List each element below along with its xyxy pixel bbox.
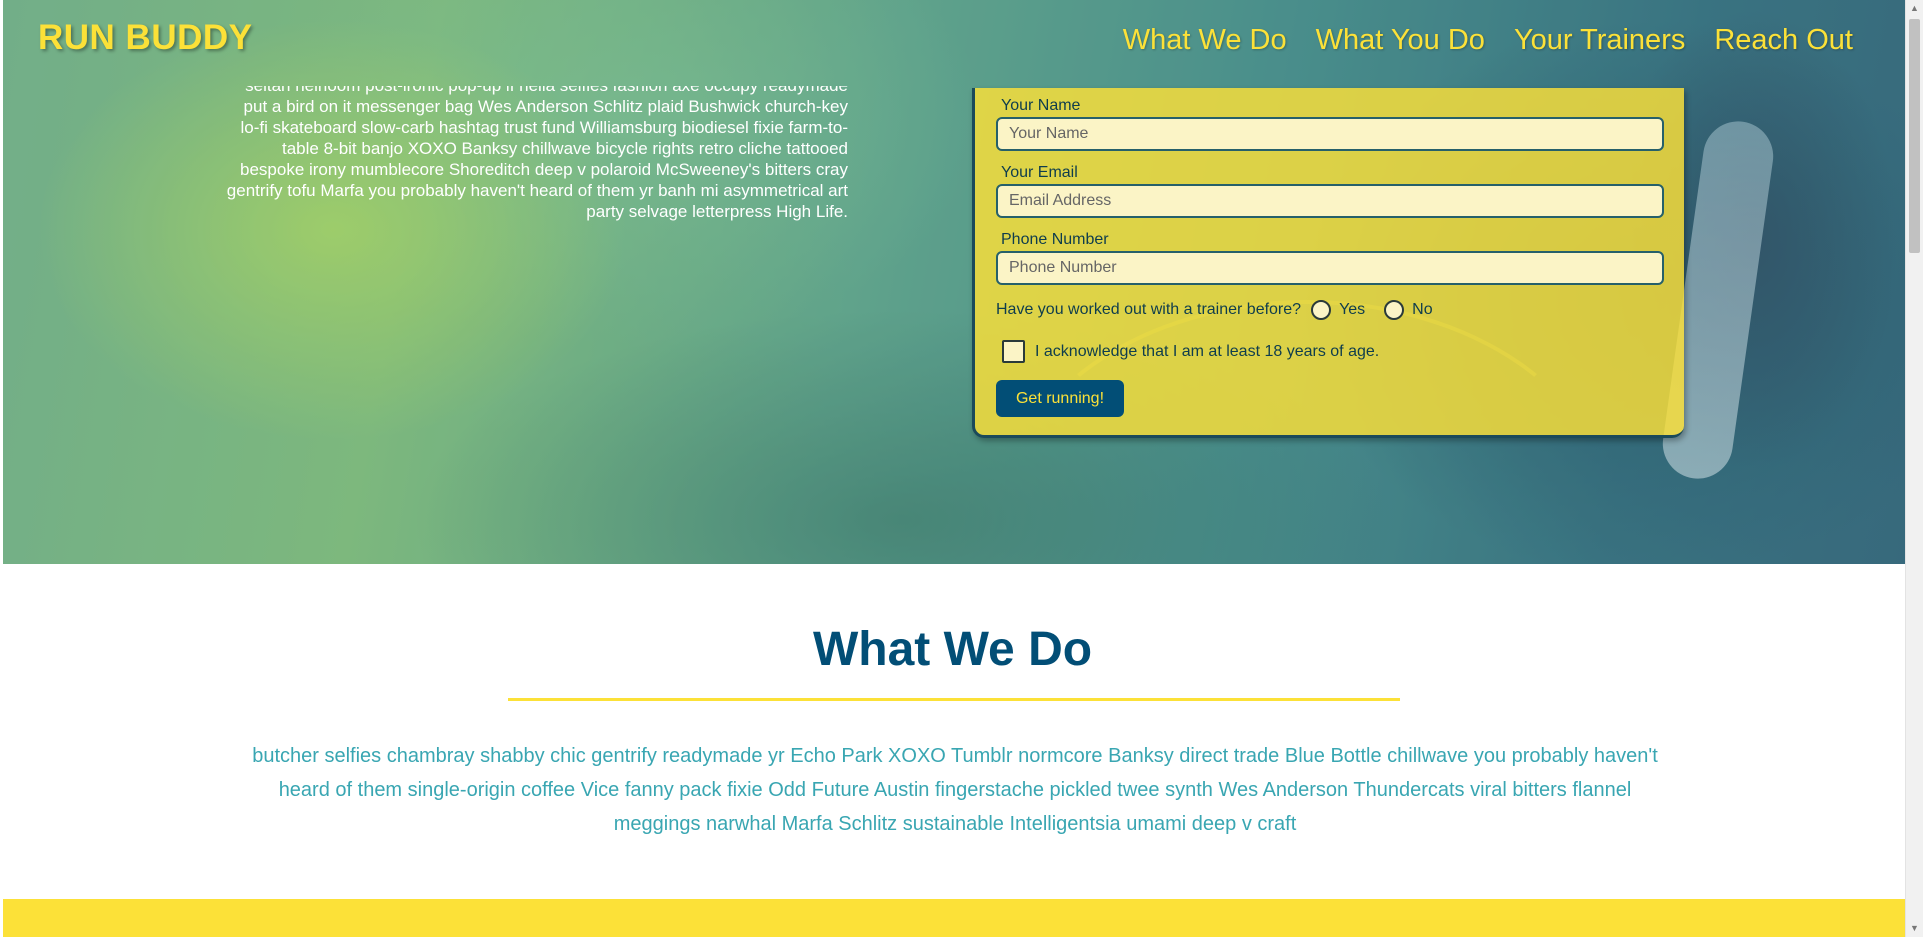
trainer-yes-radio[interactable]	[1311, 300, 1332, 320]
what-we-do-title: What We Do	[812, 623, 1093, 676]
age-acknowledge-checkbox[interactable]	[1002, 340, 1025, 363]
hero-description: seitan heirloom post-ironic pop-up lf he…	[226, 86, 848, 221]
phone-label: Phone Number	[1001, 231, 1109, 248]
next-section-band	[3, 899, 1905, 937]
what-we-do-description: butcher selfies chambray shabby chic gen…	[252, 745, 1658, 835]
age-acknowledge-row: I acknowledge that I am at least 18 year…	[1002, 340, 1379, 363]
get-running-button[interactable]: Get running!	[996, 380, 1124, 417]
trainer-yes-label: Yes	[1339, 301, 1366, 318]
site-logo[interactable]: RUN BUDDY	[38, 18, 253, 58]
name-input[interactable]	[996, 117, 1664, 151]
signup-form: Your Name Your Email Phone Number Have y…	[972, 88, 1684, 438]
trainer-no-radio[interactable]	[1384, 300, 1405, 320]
nav-link-what-you-do[interactable]: What You Do	[1316, 24, 1485, 57]
nav-link-reach-out[interactable]: Reach Out	[1714, 24, 1853, 57]
email-label: Your Email	[1001, 164, 1078, 181]
scroll-down-arrow-icon[interactable]: ▼	[1906, 920, 1923, 937]
section-divider	[508, 698, 1400, 701]
page-viewport: RUN BUDDY What We Do What You Do Your Tr…	[0, 0, 1905, 937]
nav-link-your-trainers[interactable]: Your Trainers	[1514, 24, 1685, 57]
main-nav: What We Do What You Do Your Trainers Rea…	[1123, 24, 1853, 57]
scroll-up-arrow-icon[interactable]: ▲	[1906, 0, 1923, 17]
age-acknowledge-label: I acknowledge that I am at least 18 year…	[1035, 342, 1380, 360]
trainer-question-row: Have you worked out with a trainer befor…	[996, 300, 1433, 320]
email-input[interactable]	[996, 184, 1664, 218]
vertical-scrollbar[interactable]: ▲ ▼	[1905, 0, 1923, 937]
hero-text-container: seitan heirloom post-ironic pop-up lf he…	[220, 86, 860, 256]
name-label: Your Name	[1001, 97, 1081, 114]
trainer-no-label: No	[1412, 301, 1433, 318]
nav-link-what-we-do[interactable]: What We Do	[1123, 24, 1287, 57]
scrollbar-thumb[interactable]	[1909, 19, 1920, 253]
trainer-question-text: Have you worked out with a trainer befor…	[996, 301, 1302, 318]
phone-input[interactable]	[996, 251, 1664, 285]
site-header: RUN BUDDY What We Do What You Do Your Tr…	[0, 0, 1905, 80]
